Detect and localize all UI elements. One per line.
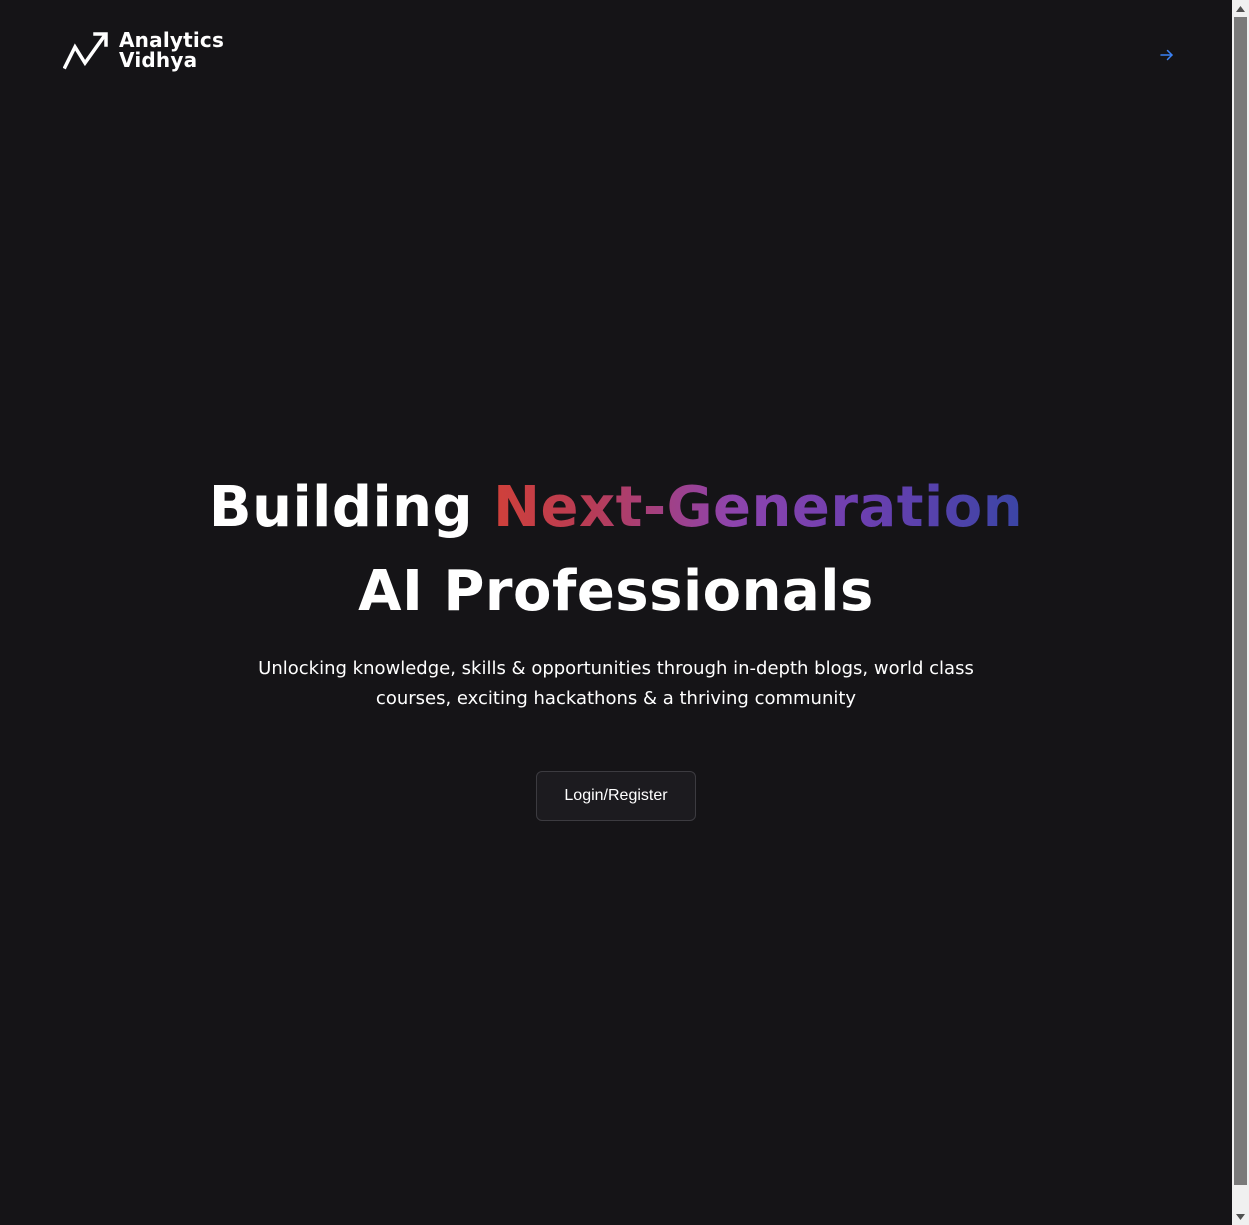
caret-down-icon — [1236, 1213, 1245, 1220]
scroll-up-button[interactable] — [1232, 0, 1249, 17]
brand-logo[interactable]: Analytics Vidhya — [63, 29, 224, 71]
hero-title-highlight: Next-Generation — [493, 475, 1024, 540]
scrollbar-thumb[interactable] — [1234, 17, 1247, 1185]
scroll-down-button[interactable] — [1232, 1208, 1249, 1225]
hero-section: Building Next-Generation AI Professional… — [0, 466, 1232, 821]
hero-title-line2: AI Professionals — [358, 559, 874, 624]
vertical-scrollbar[interactable] — [1232, 0, 1249, 1225]
hero-title: Building Next-Generation AI Professional… — [0, 466, 1232, 634]
trend-arrow-icon — [63, 32, 108, 70]
login-register-button[interactable]: Login/Register — [536, 771, 696, 821]
hero-title-prefix: Building — [208, 475, 494, 540]
arrow-right-icon[interactable] — [1158, 46, 1176, 64]
caret-up-icon — [1236, 5, 1245, 12]
brand-name-line1: Analytics — [119, 28, 225, 52]
brand-name: Analytics Vidhya — [119, 30, 224, 70]
page: Analytics Vidhya Building Next-Generatio… — [0, 0, 1232, 1225]
hero-subtitle: Unlocking knowledge, skills & opportunit… — [258, 658, 974, 709]
brand-name-line2: Vidhya — [119, 48, 198, 72]
